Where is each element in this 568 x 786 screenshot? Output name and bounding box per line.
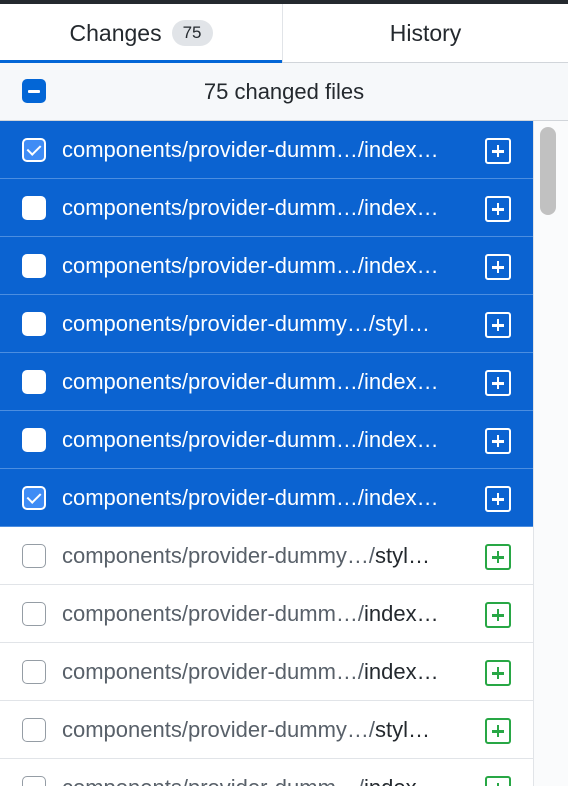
file-include-checkbox[interactable] (22, 428, 46, 452)
file-path: components/provider-dummy…/styl… (62, 295, 477, 352)
file-include-checkbox[interactable] (22, 254, 46, 278)
file-directory: components/provider-dumm…/ (62, 427, 365, 452)
tab-history-label: History (389, 19, 462, 46)
file-directory: components/provider-dummy…/ (62, 717, 376, 742)
file-row[interactable]: components/provider-dumm…/index… (0, 237, 533, 295)
file-path: components/provider-dummy…/styl… (62, 701, 477, 758)
file-path: components/provider-dumm…/index… (62, 643, 477, 700)
tab-changes-label: Changes (69, 19, 162, 46)
file-include-checkbox[interactable] (22, 138, 46, 162)
file-name: index… (364, 775, 439, 786)
file-name: styl… (375, 543, 431, 568)
file-include-checkbox[interactable] (22, 776, 46, 786)
file-path: components/provider-dumm…/index… (62, 585, 477, 642)
file-row[interactable]: components/provider-dumm…/index… (0, 469, 533, 527)
file-name: index… (364, 601, 439, 626)
file-directory: components/provider-dumm…/ (62, 485, 365, 510)
added-icon (485, 254, 511, 280)
added-icon (485, 428, 511, 454)
tab-changes[interactable]: Changes 75 (0, 4, 283, 63)
file-directory: components/provider-dumm…/ (62, 601, 365, 626)
file-directory: components/provider-dumm…/ (62, 659, 365, 684)
file-directory: components/provider-dumm…/ (62, 137, 365, 162)
tab-bar: Changes 75 History (0, 4, 568, 63)
file-row[interactable]: components/provider-dummy…/styl… (0, 701, 533, 759)
file-path: components/provider-dumm…/index… (62, 121, 477, 178)
file-name: index… (364, 485, 439, 510)
file-include-checkbox[interactable] (22, 544, 46, 568)
scrollbar-track[interactable] (533, 121, 568, 786)
file-include-checkbox[interactable] (22, 602, 46, 626)
added-icon (485, 370, 511, 396)
file-directory: components/provider-dumm…/ (62, 253, 365, 278)
file-directory: components/provider-dummy…/ (62, 543, 376, 568)
file-include-checkbox[interactable] (22, 196, 46, 220)
file-path: components/provider-dumm…/index… (62, 237, 477, 294)
file-name: index… (364, 137, 439, 162)
file-directory: components/provider-dumm…/ (62, 775, 364, 786)
file-path: components/provider-dumm…/index… (62, 353, 477, 410)
added-icon (485, 196, 511, 222)
added-icon (485, 660, 511, 686)
changed-files-list: components/provider-dumm…/index… componen… (0, 121, 533, 786)
file-row[interactable]: components/provider-dummy…/styl… (0, 295, 533, 353)
file-include-checkbox[interactable] (22, 660, 46, 684)
tab-history[interactable]: History (283, 4, 568, 62)
file-directory: components/provider-dummy…/ (62, 311, 376, 336)
file-name: styl… (375, 311, 431, 336)
file-name: index… (364, 253, 439, 278)
file-path: components/provider-dumm…/index… (62, 759, 477, 786)
file-directory: components/provider-dumm…/ (62, 369, 365, 394)
file-path: components/provider-dumm…/index… (62, 469, 477, 526)
file-row[interactable]: components/provider-dumm…/index… (0, 585, 533, 643)
changes-header: 75 changed files (0, 63, 568, 121)
added-icon (485, 138, 511, 164)
file-name: styl… (375, 717, 431, 742)
added-icon (485, 602, 511, 628)
file-row[interactable]: components/provider-dummy…/styl… (0, 527, 533, 585)
file-directory: components/provider-dumm…/ (62, 195, 365, 220)
file-name: index… (364, 659, 439, 684)
added-icon (485, 312, 511, 338)
scrollbar-thumb[interactable] (540, 127, 556, 215)
file-include-checkbox[interactable] (22, 718, 46, 742)
file-path: components/provider-dumm…/index… (62, 411, 477, 468)
file-row[interactable]: components/provider-dumm…/index… (0, 353, 533, 411)
added-icon (485, 718, 511, 744)
file-include-checkbox[interactable] (22, 312, 46, 336)
file-row[interactable]: components/provider-dumm…/index… (0, 411, 533, 469)
changes-count-badge: 75 (171, 20, 213, 46)
file-row[interactable]: components/provider-dumm…/index… (0, 643, 533, 701)
file-row[interactable]: components/provider-dumm…/index… (0, 121, 533, 179)
file-name: index… (364, 427, 439, 452)
file-include-checkbox[interactable] (22, 486, 46, 510)
file-include-checkbox[interactable] (22, 370, 46, 394)
file-path: components/provider-dummy…/styl… (62, 527, 477, 584)
file-name: index… (364, 369, 439, 394)
added-icon (485, 544, 511, 570)
file-row[interactable]: components/provider-dumm…/index… (0, 179, 533, 237)
file-path: components/provider-dumm…/index… (62, 179, 477, 236)
added-icon (485, 776, 511, 786)
added-icon (485, 486, 511, 512)
changed-files-summary: 75 changed files (203, 79, 365, 104)
file-row[interactable]: components/provider-dumm…/index… (0, 759, 533, 786)
file-name: index… (364, 195, 439, 220)
